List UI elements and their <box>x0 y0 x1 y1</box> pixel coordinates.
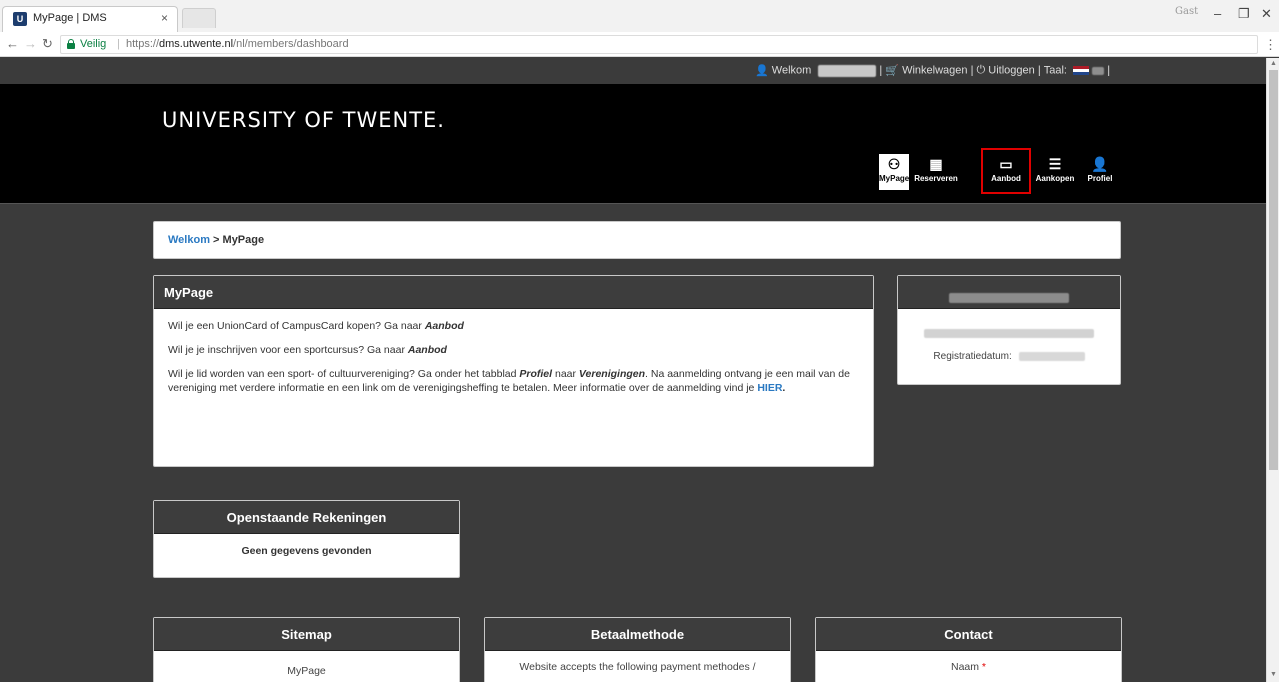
unioncard-info: Wil je een UnionCard of CampusCard kopen… <box>168 320 464 332</box>
profile-name-header <box>898 276 1120 309</box>
hier-link[interactable]: HIER <box>757 382 782 394</box>
topbar-separator: | <box>1107 64 1111 77</box>
nav-reserveren[interactable]: ▦ Reserveren <box>912 154 960 190</box>
url-text[interactable]: https://dms.utwente.nl/nl/members/dashbo… <box>126 38 349 50</box>
breadcrumb-home-link[interactable]: Welkom <box>168 234 210 246</box>
contact-name-label: Naam * <box>950 661 987 673</box>
language-label: Taal: <box>1043 64 1067 77</box>
breadcrumb-separator: > <box>209 234 223 246</box>
no-data-message: Geen gegevens gevonden <box>241 545 372 557</box>
lock-icon <box>67 39 75 49</box>
page-scrollbar[interactable]: ▲ ▼ <box>1266 58 1279 682</box>
nav-label: Reserveren <box>914 174 958 183</box>
browser-menu-icon[interactable]: ⋮ <box>1264 37 1277 53</box>
contact-panel: Contact Naam * <box>815 617 1122 682</box>
logout-link[interactable]: Uitloggen <box>988 65 1034 77</box>
payment-method-panel: Betaalmethode Website accepts the follow… <box>484 617 791 682</box>
profile-summary-card: Registratiedatum: <box>897 275 1121 385</box>
power-icon[interactable]: ⏻ <box>977 64 986 76</box>
nav-label: Profiel <box>1087 174 1113 183</box>
aanbod-link[interactable]: Aanbod <box>425 320 464 332</box>
tab-close-icon[interactable]: × <box>161 11 168 25</box>
browser-tabstrip: U MyPage | DMS × Gast – ❐ ✕ <box>0 0 1279 32</box>
page-content: Welkom > MyPage MyPage Wil je een UnionC… <box>0 205 1266 682</box>
topbar-separator: | <box>879 64 883 77</box>
new-tab-button[interactable] <box>182 8 216 28</box>
cart-link[interactable]: Winkelwagen <box>902 65 967 77</box>
forward-arrow-icon[interactable]: → <box>24 36 37 51</box>
nav-aankopen[interactable]: ☰ Aankopen <box>1032 154 1078 190</box>
scrollbar-thumb[interactable] <box>1269 70 1278 470</box>
reload-icon[interactable]: ↻ <box>42 36 53 52</box>
breadcrumb-current: MyPage <box>222 234 265 246</box>
mypage-title: MyPage <box>154 276 873 309</box>
breadcrumb: Welkom > MyPage <box>153 221 1121 259</box>
omnibox-separator: | <box>117 38 120 50</box>
sitemap-mypage-link[interactable]: MyPage <box>154 651 459 677</box>
cart-icon[interactable]: 🛒 <box>885 65 899 77</box>
minimize-icon[interactable]: – <box>1214 6 1221 21</box>
registration-label: Registratiedatum: <box>933 351 1012 362</box>
vereniging-info: Wil je lid worden van een sport- of cult… <box>168 368 850 394</box>
nav-label: MyPage <box>879 174 910 183</box>
browser-toolbar: ← → ↻ Veilig | https://dms.utwente.nl/nl… <box>0 32 1279 57</box>
tab-title: MyPage | DMS <box>33 12 107 24</box>
user-icon: 👤 <box>1091 156 1109 172</box>
nav-profiel[interactable]: 👤 Profiel <box>1080 154 1120 190</box>
calendar-icon: ▦ <box>929 156 943 172</box>
card-icon: ▭ <box>999 156 1013 172</box>
welcome-label: Welkom <box>771 64 812 77</box>
registration-date: Registratiedatum: <box>898 351 1120 362</box>
scroll-up-icon[interactable]: ▲ <box>1270 60 1277 67</box>
topbar-separator: | <box>1037 64 1041 77</box>
redacted-full-name <box>949 292 1069 303</box>
payment-method-text: Website accepts the following payment me… <box>519 661 756 673</box>
close-window-icon[interactable]: ✕ <box>1261 6 1272 22</box>
list-icon: ☰ <box>1048 156 1062 172</box>
redacted-date <box>1018 351 1085 361</box>
site-topbar: 👤 Welkom | 🛒 Winkelwagen | ⏻ Uitloggen |… <box>0 58 1279 84</box>
nav-mypage[interactable]: ⚇ MyPage <box>879 154 909 190</box>
required-marker: * <box>981 661 987 673</box>
open-invoices-title: Openstaande Rekeningen <box>154 501 459 534</box>
site-favicon-icon: U <box>13 12 27 26</box>
maximize-icon[interactable]: ❐ <box>1238 6 1250 22</box>
nav-label: Aanbod <box>991 174 1021 183</box>
sportcursus-info: Wil je je inschrijven voor een sportcurs… <box>168 344 447 356</box>
contact-title: Contact <box>816 618 1121 651</box>
dashboard-icon: ⚇ <box>887 156 901 172</box>
guest-profile-badge[interactable]: Gast <box>1175 6 1198 17</box>
english-flag-icon[interactable] <box>1092 66 1105 75</box>
scroll-down-icon[interactable]: ▼ <box>1270 671 1277 678</box>
sitemap-title: Sitemap <box>154 618 459 651</box>
sitemap-panel: Sitemap MyPage <box>153 617 460 682</box>
redacted-username <box>818 64 877 77</box>
university-logo[interactable]: UNIVERSITY OF TWENTE. <box>162 108 445 132</box>
mypage-panel: MyPage Wil je een UnionCard of CampusCar… <box>153 275 874 467</box>
topbar-separator: | <box>970 64 974 77</box>
back-arrow-icon[interactable]: ← <box>6 36 19 51</box>
nav-label: Aankopen <box>1035 174 1075 183</box>
redacted-email <box>924 328 1094 338</box>
nav-aanbod[interactable]: ▭ Aanbod <box>981 148 1031 194</box>
payment-method-title: Betaalmethode <box>485 618 790 651</box>
dutch-flag-icon[interactable] <box>1073 66 1090 75</box>
address-bar[interactable]: Veilig | https://dms.utwente.nl/nl/membe… <box>60 35 1258 54</box>
user-icon: 👤 <box>755 65 769 77</box>
secure-label: Veilig <box>80 38 107 50</box>
site-header: UNIVERSITY OF TWENTE. ⚇ MyPage ▦ Reserve… <box>0 84 1279 204</box>
browser-tab[interactable]: U MyPage | DMS × <box>2 6 178 32</box>
aanbod-link[interactable]: Aanbod <box>408 344 447 356</box>
open-invoices-panel: Openstaande Rekeningen Geen gegevens gev… <box>153 500 460 578</box>
